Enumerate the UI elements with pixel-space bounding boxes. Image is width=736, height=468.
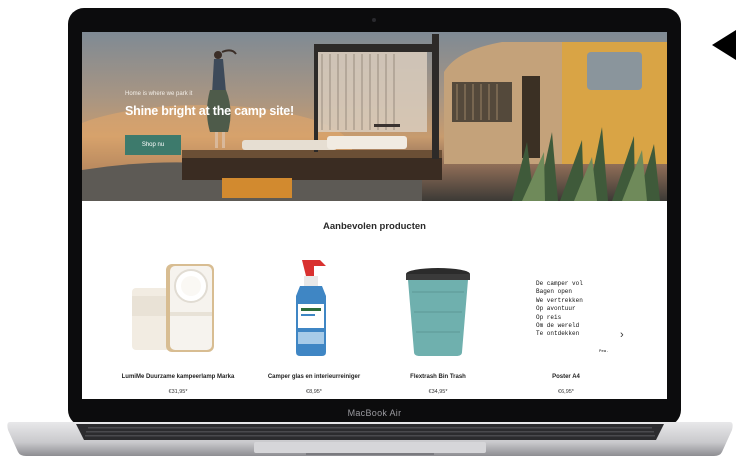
laptop-base (7, 422, 733, 456)
product-image-lamp (132, 264, 214, 352)
camera-icon (372, 18, 376, 22)
product-card[interactable]: Flextrash Bin Trash €34,95* (378, 252, 498, 399)
product-price: €34,95* (428, 389, 448, 395)
product-name[interactable]: Flextrash Bin Trash (368, 374, 508, 380)
product-card[interactable]: Camper glas en interieurreiniger €8,95* (254, 252, 374, 399)
product-name[interactable]: LumiMe Duurzame kampeerlamp Marka (108, 374, 248, 380)
product-image-bin (406, 268, 470, 356)
hero-banner: Home is where we park it Shine bright at… (82, 32, 667, 201)
product-price: €31,95* (168, 389, 188, 395)
product-card[interactable]: De camper vol Bagen open We vertrekken O… (506, 252, 626, 399)
arrow-left-icon (712, 30, 736, 60)
section-title: Aanbevolen producten (323, 221, 426, 232)
product-image-cleaner (296, 260, 326, 356)
device-brand-label: MacBook Air (347, 408, 402, 418)
poster-signature: Pea. (599, 350, 609, 354)
chevron-right-icon[interactable]: › (620, 329, 624, 341)
product-price: €8,95* (306, 389, 322, 395)
product-name[interactable]: Camper glas en interieurreiniger (244, 374, 384, 380)
shop-now-button[interactable]: Shop nu (125, 135, 181, 155)
hero-headline: Shine bright at the camp site! (125, 104, 295, 118)
product-name[interactable]: Poster A4 (496, 374, 636, 380)
product-card[interactable]: LumiMe Duurzame kampeerlamp Marka €31,95… (118, 252, 238, 399)
poster-text: De camper vol Bagen open We vertrekken O… (536, 280, 583, 338)
product-price: €6,95* (558, 389, 574, 395)
hero-tagline: Home is where we park it (125, 91, 193, 97)
website-screen: Home is where we park it Shine bright at… (82, 32, 667, 399)
